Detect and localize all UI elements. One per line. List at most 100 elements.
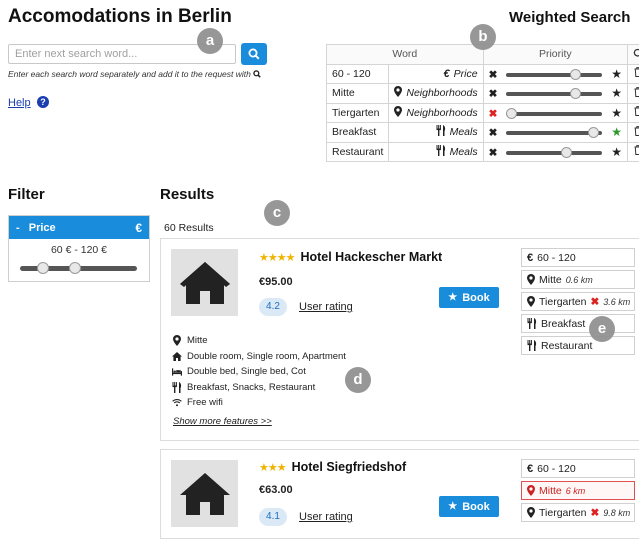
search-word: Mitte <box>327 84 389 104</box>
search-word: 60 - 120 <box>327 64 389 84</box>
match-tag: €60 - 120 <box>521 459 635 478</box>
word-category: €Price <box>389 64 483 84</box>
range-handle-low[interactable] <box>37 262 49 274</box>
feature-item: Double bed, Single bed, Cot <box>172 364 346 380</box>
weighted-row: 60 - 120 €Price ✖ ★ <box>327 64 639 84</box>
delete-row-button[interactable] <box>628 103 639 123</box>
price-filter-header[interactable]: ‑ Price € <box>9 216 149 239</box>
priority-slider[interactable] <box>506 131 602 135</box>
priority-cell: ✖ ★ <box>483 64 627 84</box>
match-tag: Breakfast <box>521 314 635 333</box>
star-icon[interactable]: ★ <box>611 86 622 100</box>
remove-priority-icon[interactable]: ✖ <box>489 88 498 100</box>
filter-title: Filter <box>8 186 45 203</box>
word-category: Neighborhoods <box>389 84 483 104</box>
help-link[interactable]: Help <box>8 97 31 109</box>
priority-cell: ✖ ★ <box>483 123 627 143</box>
remove-priority-icon[interactable]: ✖ <box>489 127 498 139</box>
match-tag: Tiergarten✖9.8 km <box>521 503 635 522</box>
star-icon: ★ <box>448 292 457 303</box>
annotation-marker-a: a <box>197 28 223 54</box>
reset-button[interactable] <box>628 45 639 65</box>
search-word: Breakfast <box>327 123 389 143</box>
feature-list: MitteDouble room, Single room, Apartment… <box>172 333 346 411</box>
slider-handle[interactable] <box>561 147 572 158</box>
remove-priority-icon[interactable]: ✖ <box>489 108 498 120</box>
user-rating-link[interactable]: User rating <box>299 511 353 523</box>
search-word: Restaurant <box>327 142 389 162</box>
delete-row-button[interactable] <box>628 64 639 84</box>
column-header-priority: Priority <box>483 45 627 65</box>
hotel-name[interactable]: Hotel Siegfriedshof <box>292 460 407 474</box>
star-rating-icon: ★★★ <box>259 461 286 474</box>
mismatch-icon: ✖ <box>590 507 599 519</box>
remove-priority-icon[interactable]: ✖ <box>489 69 498 81</box>
search-word: Tiergarten <box>327 103 389 123</box>
search-button[interactable] <box>241 43 267 65</box>
house-icon <box>178 260 232 306</box>
star-icon[interactable]: ★ <box>611 67 622 81</box>
match-tag: €60 - 120 <box>521 248 635 267</box>
book-button[interactable]: ★ Book <box>439 496 499 517</box>
map-marker-icon <box>394 86 402 100</box>
delete-row-button[interactable] <box>628 142 639 162</box>
star-icon[interactable]: ★ <box>611 145 622 159</box>
annotation-marker-c: c <box>264 200 290 226</box>
user-rating-link[interactable]: User rating <box>299 301 353 313</box>
slider-handle[interactable] <box>570 69 581 80</box>
euro-icon: € <box>444 68 450 80</box>
slider-handle[interactable] <box>588 127 599 138</box>
weighted-search-table: Word Priority 60 - 120 €Price ✖ ★ Mitte … <box>326 44 639 162</box>
price-filter-label: ‑ Price <box>16 222 56 234</box>
book-button[interactable]: ★ Book <box>439 287 499 308</box>
priority-slider[interactable] <box>506 151 602 155</box>
help-icon[interactable]: ? <box>37 96 49 108</box>
map-marker-icon <box>527 274 535 285</box>
search-hint: Enter each search word separately and ad… <box>8 69 261 79</box>
column-header-word: Word <box>327 45 484 65</box>
wifi-icon <box>172 398 182 407</box>
slider-handle[interactable] <box>506 108 517 119</box>
cutlery-icon <box>436 125 446 139</box>
match-tag-list: €60 - 120Mitte6 kmTiergarten✖9.8 km <box>521 459 635 522</box>
weighted-row: Restaurant Meals ✖ ★ <box>327 142 639 162</box>
trash-icon <box>634 87 639 97</box>
trash-icon <box>634 145 639 155</box>
show-more-features-link[interactable]: Show more features >> <box>173 416 272 427</box>
map-marker-icon <box>172 335 182 346</box>
priority-cell: ✖ ★ <box>483 142 627 162</box>
feature-item: Breakfast, Snacks, Restaurant <box>172 380 346 396</box>
match-tag-list: €60 - 120Mitte0.6 kmTiergarten✖3.6 kmBre… <box>521 248 635 355</box>
delete-row-button[interactable] <box>628 84 639 104</box>
delete-row-button[interactable] <box>628 123 639 143</box>
cutlery-icon <box>527 318 537 329</box>
remove-priority-icon[interactable]: ✖ <box>489 147 498 159</box>
page-title: Accomodations in Berlin <box>8 6 232 28</box>
range-handle-high[interactable] <box>69 262 81 274</box>
hotel-card: ★★★★ Hotel Hackescher Markt €95.00 4.2 U… <box>160 238 639 441</box>
star-icon[interactable]: ★ <box>611 125 622 139</box>
mismatch-icon: ✖ <box>590 296 599 308</box>
priority-slider[interactable] <box>506 73 602 77</box>
match-tag: Tiergarten✖3.6 km <box>521 292 635 311</box>
priority-slider[interactable] <box>506 92 602 96</box>
hotel-price: €95.00 <box>259 276 293 288</box>
price-range-slider[interactable] <box>20 266 137 271</box>
priority-slider[interactable] <box>506 112 602 116</box>
hotel-title-row: ★★★★ Hotel Hackescher Markt <box>259 250 442 264</box>
trash-icon <box>634 67 639 77</box>
cutlery-icon <box>527 340 537 351</box>
map-marker-icon <box>527 485 535 496</box>
hotel-name[interactable]: Hotel Hackescher Markt <box>300 250 442 264</box>
collapse-icon: ‑ <box>16 222 20 234</box>
star-rating-icon: ★★★★ <box>259 251 294 264</box>
results-title: Results <box>160 186 214 203</box>
star-icon[interactable]: ★ <box>611 106 622 120</box>
search-icon <box>253 70 261 78</box>
refresh-icon <box>633 48 639 57</box>
euro-icon: € <box>527 252 533 264</box>
slider-handle[interactable] <box>570 88 581 99</box>
word-category: Meals <box>389 142 483 162</box>
euro-icon: € <box>135 221 142 235</box>
map-marker-icon <box>527 296 535 307</box>
